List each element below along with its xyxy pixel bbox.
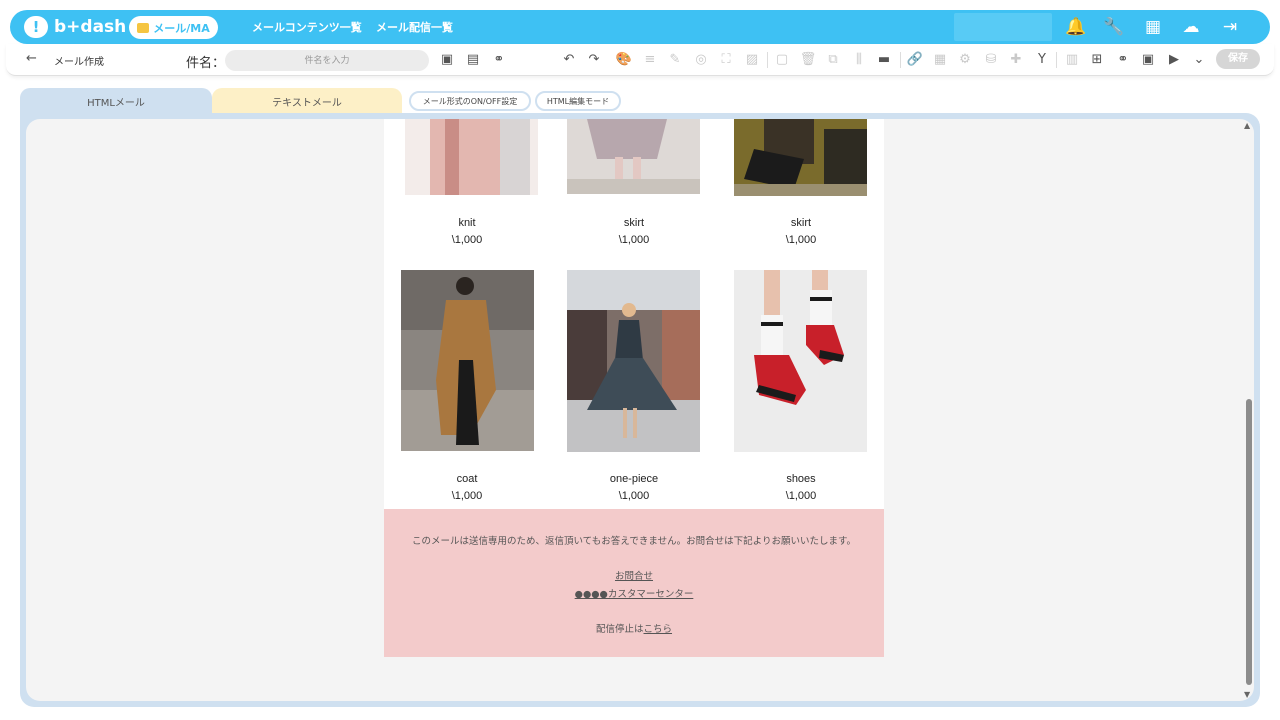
bars-icon[interactable]: ▥ (1063, 51, 1081, 69)
unsubscribe-link[interactable]: こちら (644, 624, 673, 635)
scrollbar-thumb[interactable] (1246, 399, 1252, 685)
branch-icon[interactable]: Y (1033, 51, 1051, 69)
redo-icon[interactable]: ↷ (585, 51, 603, 69)
unsubscribe-line: 配信停止はこちら (384, 621, 884, 635)
product-name: one-piece (609, 473, 659, 485)
window-icon[interactable]: ▣ (438, 51, 456, 69)
chain-link-icon[interactable]: 🔗 (906, 51, 924, 69)
chevron-down-icon[interactable]: ⌄ (1190, 51, 1208, 69)
palette-icon[interactable]: 🎨 (615, 51, 633, 69)
mail-ma-button[interactable]: メール/MA (129, 16, 218, 39)
product-image-skirt-2[interactable] (734, 119, 867, 196)
email-canvas: knit \1,000 skirt \1,000 skirt \1,000 co… (26, 119, 1254, 701)
undo-icon[interactable]: ↶ (560, 51, 578, 69)
product-price: \1,000 (451, 234, 483, 246)
product-image-shoes[interactable] (734, 270, 867, 452)
logout-icon[interactable]: ⇥ (1219, 16, 1241, 38)
calendar-icon[interactable]: ▦ (931, 51, 949, 69)
editor-frame: knit \1,000 skirt \1,000 skirt \1,000 co… (20, 113, 1260, 707)
footer-notice: このメールは送信専用のため、返信頂いてもお答えできません。お問合せは下記よりお願… (411, 536, 857, 547)
link-gear-icon[interactable]: ⚭ (1114, 51, 1132, 69)
logo-text: b+dash (54, 17, 127, 37)
square-icon[interactable]: ▢ (773, 51, 791, 69)
back-arrow-icon[interactable]: ← (26, 51, 37, 66)
mail-folder-icon (137, 22, 150, 33)
help-mascot-icon[interactable]: ☁ (1180, 16, 1202, 38)
fullscreen-icon[interactable]: ⛶ (717, 51, 735, 69)
note-add-icon[interactable]: ✚ (1007, 51, 1025, 69)
nav-mail-content-list[interactable]: メールコンテンツ一覧 (252, 19, 362, 35)
subject-input[interactable] (225, 50, 429, 71)
product-image-coat[interactable] (401, 270, 534, 451)
format-toggle-button[interactable]: メール形式のON/OFF設定 (409, 91, 531, 111)
customer-center-link[interactable]: ●●●●カスタマーセンター (384, 586, 884, 600)
text-align-icon[interactable]: ≡ (641, 51, 659, 69)
subject-label: 件名： (186, 56, 226, 71)
tab-html-mail[interactable]: HTMLメール (20, 88, 212, 114)
image-icon[interactable]: ▨ (743, 51, 761, 69)
scroll-down-arrow-icon[interactable]: ▼ (1244, 690, 1250, 699)
product-price: \1,000 (618, 234, 650, 246)
unsubscribe-prefix: 配信停止は (595, 624, 644, 635)
product-image-knit[interactable] (405, 119, 538, 195)
product-price: \1,000 (785, 490, 817, 502)
contact-link[interactable]: お問合せ (384, 568, 884, 582)
editor-toolbar: ← メール作成 件名： ▣ ▤ ⚭ ↶ ↷ 🎨 ≡ ✎ ◎ ⛶ ▨ ▢ 🗑 ⧉ … (6, 44, 1274, 76)
html-edit-mode-button[interactable]: HTML編集モード (535, 91, 621, 111)
contact-card-icon[interactable]: ▣ (1139, 51, 1157, 69)
columns-icon[interactable]: ⫼ (850, 51, 868, 69)
trash-icon[interactable]: 🗑 (799, 51, 817, 69)
gears-icon[interactable]: ⚙ (956, 51, 974, 69)
account-info[interactable] (954, 13, 1052, 41)
link-settings-icon[interactable]: ⚭ (490, 51, 508, 69)
product-price: \1,000 (785, 234, 817, 246)
database-icon[interactable]: ⛁ (982, 51, 1000, 69)
schedule-file-icon[interactable]: ▤ (464, 51, 482, 69)
bell-icon[interactable]: 🔔 (1065, 16, 1087, 38)
save-button[interactable]: 保存 (1216, 49, 1260, 69)
grid-apps-icon[interactable]: ▦ (1142, 16, 1164, 38)
product-name: coat (456, 473, 478, 485)
toolbar-divider (900, 52, 901, 68)
toolbar-divider (1056, 52, 1057, 68)
product-grid: knit \1,000 skirt \1,000 skirt \1,000 co… (384, 119, 884, 509)
product-name: shoes (786, 473, 816, 485)
nav-mail-delivery-list[interactable]: メール配信一覧 (376, 19, 453, 35)
wrench-icon[interactable]: 🔧 (1103, 16, 1125, 38)
add-block-icon[interactable]: ⊞ (1088, 51, 1106, 69)
email-preview: knit \1,000 skirt \1,000 skirt \1,000 co… (384, 119, 884, 701)
rows-icon[interactable]: ▬ (875, 51, 893, 69)
scroll-up-arrow-icon[interactable]: ▲ (1244, 121, 1250, 130)
logo-mark-icon: ! (24, 16, 48, 38)
bdash-logo[interactable]: ! b+dash (24, 15, 126, 39)
product-image-skirt-1[interactable] (567, 119, 700, 194)
play-icon[interactable]: ▶ (1165, 51, 1183, 69)
page-title: メール作成 (54, 57, 104, 68)
product-name: skirt (790, 217, 812, 229)
email-footer: このメールは送信専用のため、返信頂いてもお答えできません。お問合せは下記よりお願… (384, 509, 884, 657)
product-name: knit (458, 217, 476, 229)
pen-icon[interactable]: ✎ (666, 51, 684, 69)
product-image-one-piece[interactable] (567, 270, 700, 452)
product-name: skirt (623, 217, 645, 229)
product-price: \1,000 (618, 490, 650, 502)
tab-text-mail[interactable]: テキストメール (212, 88, 402, 114)
top-navbar: ! b+dash メール/MA メールコンテンツ一覧 メール配信一覧 🔔 🔧 ▦… (10, 10, 1270, 44)
target-icon[interactable]: ◎ (692, 51, 710, 69)
mail-ma-label: メール/MA (153, 21, 210, 35)
copy-icon[interactable]: ⧉ (824, 51, 842, 69)
toolbar-divider (767, 52, 768, 68)
product-price: \1,000 (451, 490, 483, 502)
vertical-scrollbar[interactable]: ▲ ▼ (1244, 121, 1254, 699)
